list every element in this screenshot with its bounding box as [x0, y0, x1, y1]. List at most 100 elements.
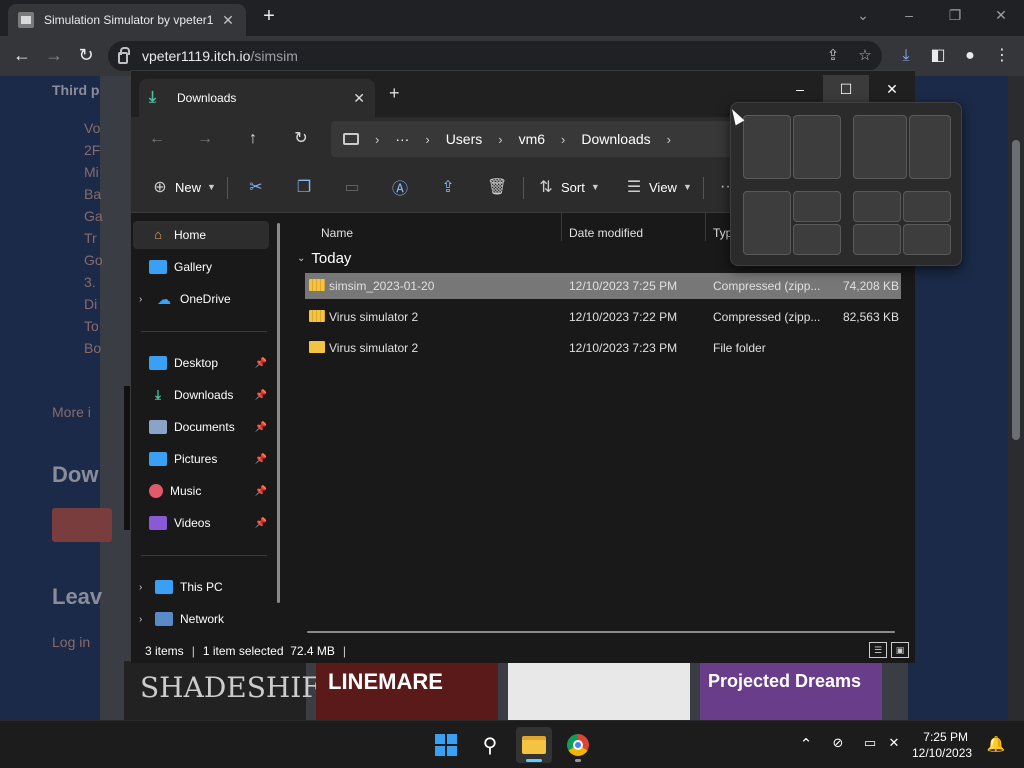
profile-icon[interactable]: ●	[958, 44, 982, 68]
chevron-right-icon[interactable]: ›	[139, 582, 153, 593]
snap-zone[interactable]	[793, 191, 841, 222]
nav-item-network[interactable]: › Network	[133, 605, 269, 633]
menu-kebab-icon[interactable]: ⋮	[990, 44, 1014, 68]
column-header-name[interactable]: Name	[321, 219, 353, 247]
login-link[interactable]: Log in	[52, 634, 90, 650]
game-thumb-projected-dreams[interactable]: Projected Dreams	[700, 661, 882, 720]
snap-zone[interactable]	[743, 191, 791, 255]
column-divider[interactable]	[705, 213, 706, 241]
page-scrollbar-thumb[interactable]	[1012, 140, 1020, 440]
volume-muted-icon[interactable]: ✕	[884, 735, 904, 751]
column-divider[interactable]	[561, 213, 562, 241]
browser-close-button[interactable]: ✕	[978, 2, 1024, 30]
chevron-right-icon[interactable]: ›	[667, 132, 671, 147]
view-button[interactable]: ☰ View ▼	[625, 175, 692, 199]
details-view-icon[interactable]: ☰	[869, 642, 887, 658]
close-tab-icon[interactable]: ✕	[220, 12, 236, 29]
nav-item-pictures[interactable]: Pictures 📌	[133, 445, 269, 473]
back-arrow-icon[interactable]: ←	[10, 44, 34, 68]
snap-zone[interactable]	[909, 115, 951, 179]
bullet-link[interactable]: Go	[84, 252, 103, 268]
clock[interactable]: 7:25 PM 12/10/2023	[912, 729, 972, 761]
browser-minimize-button[interactable]: –	[886, 2, 932, 30]
forward-arrow-icon[interactable]: →	[193, 127, 217, 151]
nav-item-onedrive[interactable]: › ☁ OneDrive	[133, 285, 269, 313]
horizontal-scrollbar[interactable]	[307, 631, 895, 633]
bookmark-star-icon[interactable]: ☆	[856, 47, 874, 65]
column-header-date[interactable]: Date modified	[569, 219, 643, 247]
snap-zone[interactable]	[853, 191, 901, 222]
chrome-taskbar-icon[interactable]	[560, 727, 596, 763]
copy-button[interactable]: ❐	[295, 175, 319, 199]
bullet-link[interactable]: 3.	[84, 274, 96, 290]
bullet-link[interactable]: 2F	[84, 142, 100, 158]
nav-scrollbar[interactable]	[277, 223, 280, 603]
nav-item-music[interactable]: Music 📌	[133, 477, 269, 505]
bullet-link[interactable]: To	[84, 318, 99, 334]
file-explorer-taskbar-icon[interactable]	[516, 727, 552, 763]
chevron-right-icon[interactable]: ›	[375, 132, 379, 147]
explorer-address-bar[interactable]: › ··· › Users › vm6 › Downloads ›	[331, 121, 751, 157]
game-thumb-silhouettes[interactable]	[508, 661, 690, 720]
new-tab-button[interactable]: +	[389, 83, 400, 104]
share-button[interactable]: ⇪	[439, 175, 463, 199]
network-disconnected-icon[interactable]: ⊘	[828, 735, 848, 751]
lock-icon[interactable]	[118, 47, 130, 64]
bullet-link[interactable]: Di	[84, 296, 97, 312]
new-tab-button[interactable]: +	[258, 6, 280, 28]
nav-item-downloads[interactable]: ⤓ Downloads 📌	[133, 381, 269, 409]
download-button[interactable]	[52, 508, 112, 542]
bullet-link[interactable]: Ga	[84, 208, 103, 224]
explorer-maximize-button[interactable]: ☐	[823, 75, 869, 103]
refresh-icon[interactable]: ↻	[289, 127, 313, 151]
forward-arrow-icon[interactable]: →	[42, 44, 66, 68]
chevron-right-icon[interactable]: ›	[139, 294, 153, 305]
browser-restore-button[interactable]: ❐	[932, 2, 978, 30]
nav-item-videos[interactable]: Videos 📌	[133, 509, 269, 537]
snap-zone[interactable]	[853, 115, 907, 179]
game-thumb-shadeshift[interactable]: SHADESHIFT	[124, 661, 339, 720]
cut-button[interactable]: ✂	[247, 175, 271, 199]
explorer-close-button[interactable]: ✕	[869, 75, 915, 103]
explorer-tab[interactable]: ⤓ Downloads ✕	[139, 79, 375, 117]
snap-zone[interactable]	[793, 115, 841, 179]
bullet-link[interactable]: Bo	[84, 340, 101, 356]
game-thumb-linemare[interactable]: LINEMARE	[316, 661, 498, 720]
snap-zone[interactable]	[743, 115, 791, 179]
display-icon[interactable]: ▭	[860, 735, 880, 751]
ellipsis-icon[interactable]: ···	[395, 131, 409, 147]
paste-button[interactable]: ▭	[343, 175, 367, 199]
up-arrow-icon[interactable]: ↑	[241, 127, 265, 151]
new-button[interactable]: ⊕ New ▼	[151, 175, 216, 199]
file-row[interactable]: simsim_2023-01-20 12/10/2023 7:25 PM Com…	[305, 273, 901, 299]
snap-zone[interactable]	[853, 224, 901, 255]
nav-item-this-pc[interactable]: › This PC	[133, 573, 269, 601]
share-icon[interactable]: ⇪	[824, 47, 842, 65]
snap-zone[interactable]	[903, 191, 951, 222]
group-header-today[interactable]: ⌄ Today	[297, 247, 351, 269]
explorer-minimize-button[interactable]: –	[777, 75, 823, 103]
downloads-icon[interactable]: ⤓	[894, 44, 918, 68]
nav-item-desktop[interactable]: Desktop 📌	[133, 349, 269, 377]
chevron-right-icon[interactable]: ›	[425, 132, 429, 147]
chevron-right-icon[interactable]: ›	[498, 132, 502, 147]
file-row[interactable]: Virus simulator 2 12/10/2023 7:23 PM Fil…	[305, 335, 901, 361]
chevron-right-icon[interactable]: ›	[561, 132, 565, 147]
chevron-right-icon[interactable]: ›	[139, 614, 153, 625]
side-panel-icon[interactable]: ◧	[926, 44, 950, 68]
file-row[interactable]: Virus simulator 2 12/10/2023 7:22 PM Com…	[305, 304, 901, 330]
address-bar[interactable]: vpeter1119.itch.io/simsim ⇪ ☆	[108, 41, 882, 71]
browser-tab[interactable]: Simulation Simulator by vpeter1 ✕	[8, 4, 246, 36]
bullet-link[interactable]: Mi	[84, 164, 99, 180]
nav-item-documents[interactable]: Documents 📌	[133, 413, 269, 441]
breadcrumb-downloads[interactable]: Downloads	[581, 131, 650, 147]
page-scrollbar[interactable]	[1008, 76, 1024, 720]
close-tab-icon[interactable]: ✕	[353, 90, 365, 107]
tiles-view-icon[interactable]: ▣	[891, 642, 909, 658]
back-arrow-icon[interactable]: ←	[145, 127, 169, 151]
delete-button[interactable]: 🗑	[487, 175, 511, 199]
search-icon[interactable]: ⚲	[472, 727, 508, 763]
chevron-down-icon[interactable]: ⌄	[297, 253, 305, 264]
nav-item-gallery[interactable]: Gallery	[133, 253, 269, 281]
reload-icon[interactable]: ↻	[74, 44, 98, 68]
